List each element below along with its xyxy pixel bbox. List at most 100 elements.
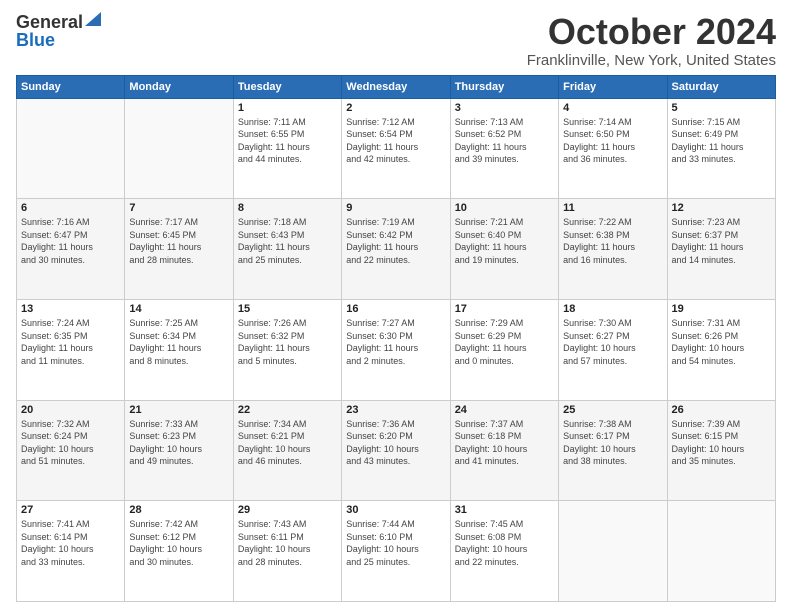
table-row: 31 Sunrise: 7:45 AM Sunset: 6:08 PM Dayli… [450, 501, 558, 602]
day-number: 2 [346, 102, 445, 114]
table-row: 22Sunrise: 7:34 AM Sunset: 6:21 PM Dayli… [233, 400, 341, 501]
table-row: 6 Sunrise: 7:16 AM Sunset: 6:47 PM Daylig… [17, 199, 125, 300]
day-detail: Sunrise: 7:38 AM Sunset: 6:17 PM Dayligh… [563, 418, 662, 468]
day-detail: Sunrise: 7:37 AM Sunset: 6:18 PM Dayligh… [455, 418, 554, 468]
day-number: 3 [455, 102, 554, 114]
day-detail: Sunrise: 7:21 AM Sunset: 6:40 PM Dayligh… [455, 216, 554, 266]
calendar-week-2: 6 Sunrise: 7:16 AM Sunset: 6:47 PM Daylig… [17, 199, 776, 300]
table-row: 11 Sunrise: 7:22 AM Sunset: 6:38 PM Dayli… [559, 199, 667, 300]
table-row: 1 Sunrise: 7:11 AM Sunset: 6:55 PM Daylig… [233, 98, 341, 199]
calendar-week-5: 27Sunrise: 7:41 AM Sunset: 6:14 PM Dayli… [17, 501, 776, 602]
table-row: 29Sunrise: 7:43 AM Sunset: 6:11 PM Dayli… [233, 501, 341, 602]
col-friday: Friday [559, 75, 667, 98]
day-detail: Sunrise: 7:14 AM Sunset: 6:50 PM Dayligh… [563, 116, 662, 166]
day-detail: Sunrise: 7:39 AM Sunset: 6:15 PM Dayligh… [672, 418, 771, 468]
day-number: 1 [238, 102, 337, 114]
day-number: 14 [129, 303, 228, 315]
table-row [559, 501, 667, 602]
day-number: 13 [21, 303, 120, 315]
day-number: 30 [346, 504, 445, 516]
table-row: 18 Sunrise: 7:30 AM Sunset: 6:27 PM Dayli… [559, 299, 667, 400]
logo: General Blue [16, 12, 101, 49]
day-detail: Sunrise: 7:15 AM Sunset: 6:49 PM Dayligh… [672, 116, 771, 166]
day-detail: Sunrise: 7:29 AM Sunset: 6:29 PM Dayligh… [455, 317, 554, 367]
day-detail: Sunrise: 7:16 AM Sunset: 6:47 PM Dayligh… [21, 216, 120, 266]
day-detail: Sunrise: 7:11 AM Sunset: 6:55 PM Dayligh… [238, 116, 337, 166]
day-detail: Sunrise: 7:43 AM Sunset: 6:11 PM Dayligh… [238, 518, 337, 568]
day-detail: Sunrise: 7:27 AM Sunset: 6:30 PM Dayligh… [346, 317, 445, 367]
table-row: 8 Sunrise: 7:18 AM Sunset: 6:43 PM Daylig… [233, 199, 341, 300]
day-number: 26 [672, 404, 771, 416]
day-number: 18 [563, 303, 662, 315]
calendar-week-1: 1 Sunrise: 7:11 AM Sunset: 6:55 PM Daylig… [17, 98, 776, 199]
table-row: 14Sunrise: 7:25 AM Sunset: 6:34 PM Dayli… [125, 299, 233, 400]
day-number: 7 [129, 202, 228, 214]
day-detail: Sunrise: 7:12 AM Sunset: 6:54 PM Dayligh… [346, 116, 445, 166]
location: Franklinville, New York, United States [527, 52, 776, 69]
table-row: 7 Sunrise: 7:17 AM Sunset: 6:45 PM Daylig… [125, 199, 233, 300]
table-row: 10 Sunrise: 7:21 AM Sunset: 6:40 PM Dayli… [450, 199, 558, 300]
table-row: 25 Sunrise: 7:38 AM Sunset: 6:17 PM Dayli… [559, 400, 667, 501]
day-detail: Sunrise: 7:22 AM Sunset: 6:38 PM Dayligh… [563, 216, 662, 266]
day-detail: Sunrise: 7:19 AM Sunset: 6:42 PM Dayligh… [346, 216, 445, 266]
day-detail: Sunrise: 7:42 AM Sunset: 6:12 PM Dayligh… [129, 518, 228, 568]
col-sunday: Sunday [17, 75, 125, 98]
calendar-week-3: 13 Sunrise: 7:24 AM Sunset: 6:35 PM Dayli… [17, 299, 776, 400]
table-row: 20Sunrise: 7:32 AM Sunset: 6:24 PM Dayli… [17, 400, 125, 501]
logo-general-text: General [16, 13, 83, 31]
table-row [125, 98, 233, 199]
day-number: 6 [21, 202, 120, 214]
page: General Blue October 2024 Franklinville,… [0, 0, 792, 612]
table-row [667, 501, 775, 602]
day-detail: Sunrise: 7:13 AM Sunset: 6:52 PM Dayligh… [455, 116, 554, 166]
day-detail: Sunrise: 7:41 AM Sunset: 6:14 PM Dayligh… [21, 518, 120, 568]
day-detail: Sunrise: 7:33 AM Sunset: 6:23 PM Dayligh… [129, 418, 228, 468]
table-row: 26 Sunrise: 7:39 AM Sunset: 6:15 PM Dayli… [667, 400, 775, 501]
table-row: 15Sunrise: 7:26 AM Sunset: 6:32 PM Dayli… [233, 299, 341, 400]
logo-blue-text: Blue [16, 31, 55, 49]
table-row: 9Sunrise: 7:19 AM Sunset: 6:42 PM Daylig… [342, 199, 450, 300]
day-detail: Sunrise: 7:45 AM Sunset: 6:08 PM Dayligh… [455, 518, 554, 568]
table-row: 17Sunrise: 7:29 AM Sunset: 6:29 PM Dayli… [450, 299, 558, 400]
table-row: 13 Sunrise: 7:24 AM Sunset: 6:35 PM Dayli… [17, 299, 125, 400]
table-row: 28Sunrise: 7:42 AM Sunset: 6:12 PM Dayli… [125, 501, 233, 602]
day-number: 12 [672, 202, 771, 214]
day-detail: Sunrise: 7:17 AM Sunset: 6:45 PM Dayligh… [129, 216, 228, 266]
calendar-table: Sunday Monday Tuesday Wednesday Thursday… [16, 75, 776, 602]
day-number: 16 [346, 303, 445, 315]
table-row: 30 Sunrise: 7:44 AM Sunset: 6:10 PM Dayli… [342, 501, 450, 602]
day-number: 24 [455, 404, 554, 416]
day-number: 10 [455, 202, 554, 214]
col-tuesday: Tuesday [233, 75, 341, 98]
day-detail: Sunrise: 7:23 AM Sunset: 6:37 PM Dayligh… [672, 216, 771, 266]
table-row: 21 Sunrise: 7:33 AM Sunset: 6:23 PM Dayli… [125, 400, 233, 501]
day-number: 15 [238, 303, 337, 315]
col-saturday: Saturday [667, 75, 775, 98]
day-number: 21 [129, 404, 228, 416]
table-row: 23Sunrise: 7:36 AM Sunset: 6:20 PM Dayli… [342, 400, 450, 501]
table-row: 24 Sunrise: 7:37 AM Sunset: 6:18 PM Dayli… [450, 400, 558, 501]
table-row: 5 Sunrise: 7:15 AM Sunset: 6:49 PM Daylig… [667, 98, 775, 199]
calendar-week-4: 20Sunrise: 7:32 AM Sunset: 6:24 PM Dayli… [17, 400, 776, 501]
day-detail: Sunrise: 7:44 AM Sunset: 6:10 PM Dayligh… [346, 518, 445, 568]
day-number: 5 [672, 102, 771, 114]
month-title: October 2024 [527, 12, 776, 52]
table-row: 16 Sunrise: 7:27 AM Sunset: 6:30 PM Dayli… [342, 299, 450, 400]
day-detail: Sunrise: 7:32 AM Sunset: 6:24 PM Dayligh… [21, 418, 120, 468]
header-row: Sunday Monday Tuesday Wednesday Thursday… [17, 75, 776, 98]
day-number: 8 [238, 202, 337, 214]
table-row: 19Sunrise: 7:31 AM Sunset: 6:26 PM Dayli… [667, 299, 775, 400]
title-block: October 2024 Franklinville, New York, Un… [527, 12, 776, 69]
day-detail: Sunrise: 7:36 AM Sunset: 6:20 PM Dayligh… [346, 418, 445, 468]
day-number: 25 [563, 404, 662, 416]
day-number: 19 [672, 303, 771, 315]
table-row: 4Sunrise: 7:14 AM Sunset: 6:50 PM Daylig… [559, 98, 667, 199]
day-detail: Sunrise: 7:18 AM Sunset: 6:43 PM Dayligh… [238, 216, 337, 266]
day-number: 11 [563, 202, 662, 214]
col-monday: Monday [125, 75, 233, 98]
day-number: 31 [455, 504, 554, 516]
table-row: 12 Sunrise: 7:23 AM Sunset: 6:37 PM Dayli… [667, 199, 775, 300]
table-row [17, 98, 125, 199]
day-detail: Sunrise: 7:24 AM Sunset: 6:35 PM Dayligh… [21, 317, 120, 367]
day-detail: Sunrise: 7:30 AM Sunset: 6:27 PM Dayligh… [563, 317, 662, 367]
